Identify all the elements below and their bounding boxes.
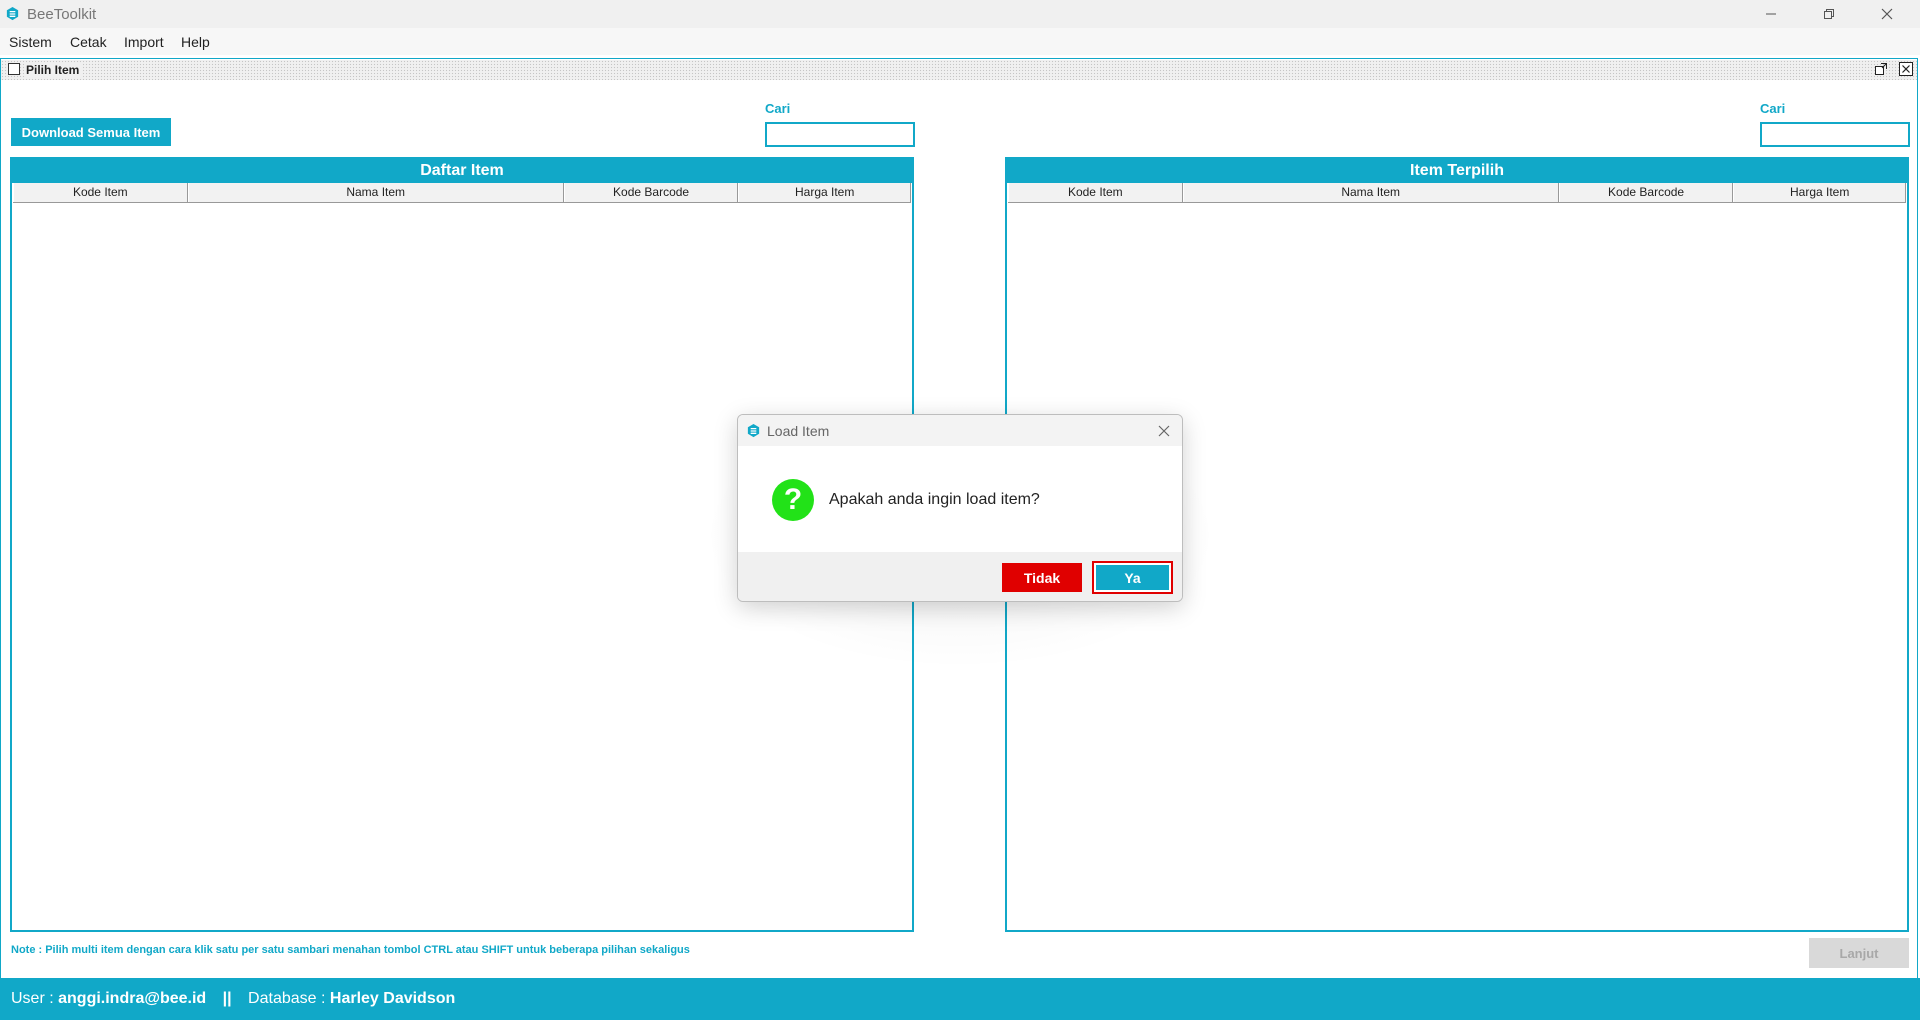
column-nama-item[interactable]: Nama Item — [187, 183, 564, 202]
menu-help[interactable]: Help — [181, 34, 210, 50]
inner-close-button[interactable] — [1898, 61, 1914, 77]
download-all-items-button[interactable]: Download Semua Item — [11, 118, 171, 146]
column-kode-item[interactable]: Kode Item — [1008, 183, 1183, 202]
note-text: Note : Pilih multi item dengan cara klik… — [11, 944, 690, 956]
menu-cetak[interactable]: Cetak — [70, 34, 107, 50]
user-value: anggi.indra@bee.id — [58, 990, 207, 1007]
item-list-header: Kode Item Nama Item Kode Barcode Harga I… — [13, 183, 911, 203]
user-label: User : — [11, 990, 54, 1007]
database-label: Database : — [248, 990, 326, 1007]
column-kode-item[interactable]: Kode Item — [13, 183, 188, 202]
inner-restore-button[interactable] — [1873, 61, 1889, 77]
search-right-input[interactable] — [1760, 122, 1910, 147]
selected-item-title: Item Terpilih — [1007, 159, 1907, 183]
column-nama-item[interactable]: Nama Item — [1182, 183, 1559, 202]
window-title-bar: BeeToolkit — [0, 0, 1920, 28]
lanjut-button[interactable]: Lanjut — [1809, 938, 1909, 968]
selected-item-header: Kode Item Nama Item Kode Barcode Harga I… — [1008, 183, 1906, 203]
menu-sistem[interactable]: Sistem — [9, 34, 52, 50]
item-list-title: Daftar Item — [12, 159, 912, 183]
bee-logo-icon — [747, 423, 760, 438]
search-left-label: Cari — [765, 101, 791, 116]
inner-window-title-bar — [1, 60, 1917, 80]
column-harga-item[interactable]: Harga Item — [738, 183, 911, 202]
no-button[interactable]: Tidak — [1002, 563, 1082, 592]
restore-icon — [1875, 63, 1887, 75]
dialog-title-bar: Load Item — [738, 415, 1182, 446]
restore-icon — [1823, 9, 1834, 19]
search-left-input[interactable] — [765, 122, 915, 147]
close-icon[interactable] — [1154, 421, 1174, 441]
question-icon: ? — [772, 479, 814, 521]
search-right-label: Cari — [1760, 101, 1786, 116]
app-title: BeeToolkit — [27, 6, 97, 23]
yes-button-label: Ya — [1096, 565, 1169, 590]
column-kode-barcode[interactable]: Kode Barcode — [1558, 183, 1734, 202]
load-item-dialog: Load Item ? Apakah anda ingin load item?… — [737, 414, 1183, 602]
window-icon — [8, 63, 20, 75]
yes-button[interactable]: Ya — [1092, 561, 1173, 594]
close-icon — [1899, 62, 1913, 76]
minimize-icon — [1765, 13, 1776, 15]
status-separator: || — [222, 990, 232, 1007]
inner-window-title: Pilih Item — [26, 63, 84, 77]
bee-logo-icon — [6, 6, 19, 21]
close-icon — [1881, 8, 1892, 20]
close-window-button[interactable] — [1858, 0, 1915, 28]
column-kode-barcode[interactable]: Kode Barcode — [563, 183, 739, 202]
database-value: Harley Davidson — [329, 990, 456, 1007]
minimize-button[interactable] — [1742, 0, 1799, 28]
status-bar: User : anggi.indra@bee.id || Database : … — [0, 978, 1920, 1020]
dialog-title: Load Item — [767, 423, 830, 439]
restore-button[interactable] — [1800, 0, 1857, 28]
dialog-message: Apakah anda ingin load item? — [829, 491, 1040, 508]
menu-import[interactable]: Import — [124, 34, 164, 50]
column-harga-item[interactable]: Harga Item — [1733, 183, 1906, 202]
menu-bar: Sistem Cetak Import Help — [0, 28, 1920, 55]
